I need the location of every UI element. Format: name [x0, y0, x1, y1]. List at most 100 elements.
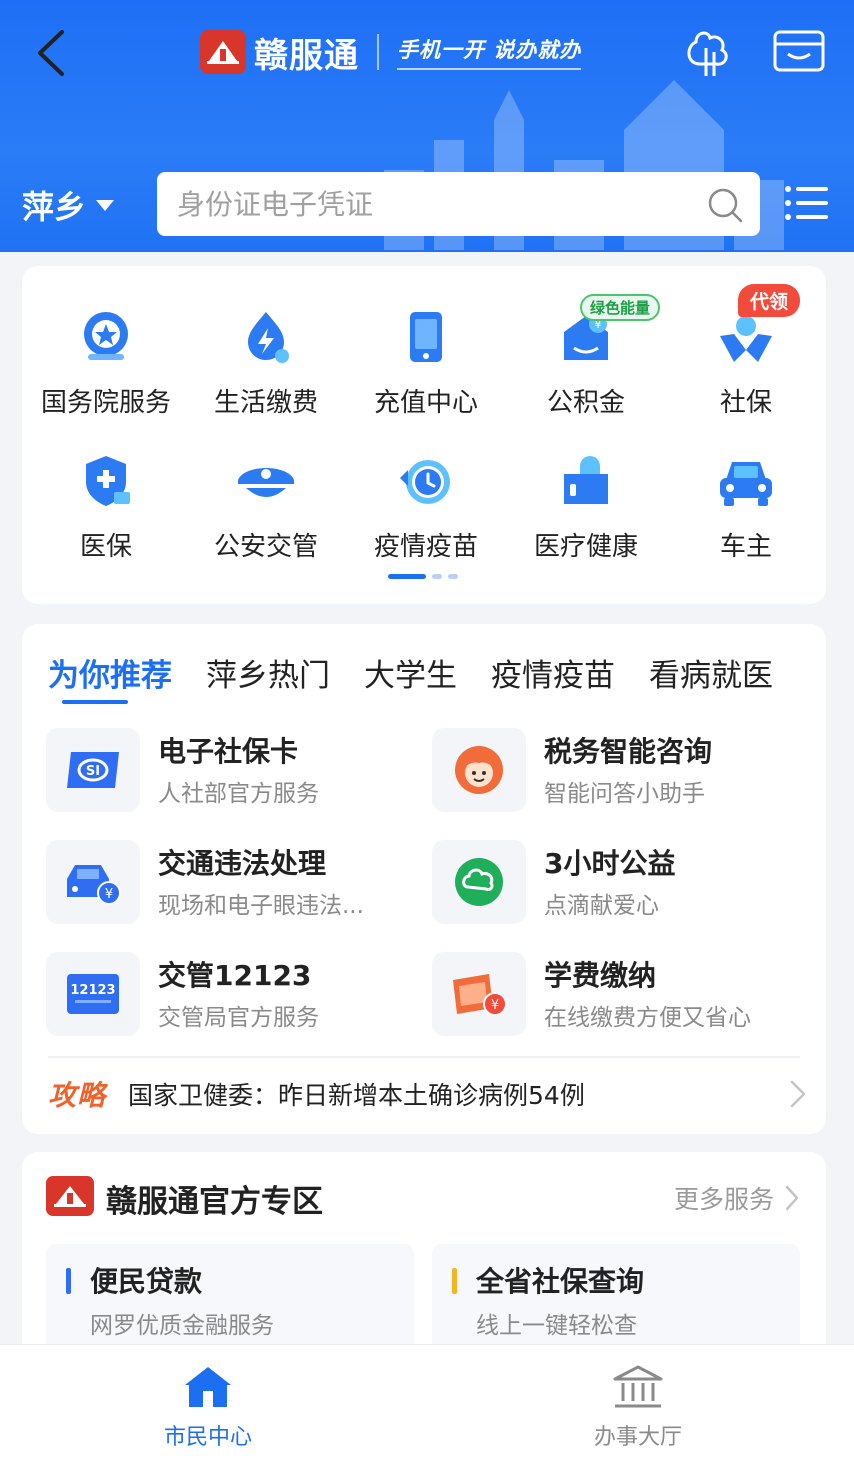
- menu-button[interactable]: [784, 184, 830, 222]
- tab-see-doctor[interactable]: 看病就医: [649, 650, 773, 710]
- brand-logo-icon: [46, 1176, 94, 1216]
- service-car-owner[interactable]: 车主: [666, 450, 826, 563]
- brand-separator: [377, 34, 379, 70]
- city-selector[interactable]: 萍乡: [22, 182, 115, 228]
- nav-citizen-center[interactable]: 市民中心: [108, 1363, 308, 1451]
- recharge-icon: [410, 312, 442, 362]
- police-traffic-icon: [238, 468, 294, 497]
- social-card-icon: SI: [67, 752, 119, 788]
- service-subtitle: 点滴献爱心: [544, 893, 659, 919]
- svg-text:SI: SI: [86, 764, 100, 779]
- chevron-right-icon: [790, 1080, 806, 1108]
- traffic-12123-icon: 12123: [67, 974, 119, 1014]
- service-label: 公积金: [546, 388, 625, 418]
- tab-pingxiang-hot[interactable]: 萍乡热门: [206, 650, 330, 710]
- page-dot-active: [388, 574, 426, 579]
- collect-badge: 代领: [738, 284, 801, 317]
- brand-slogan: 手机一开 说办就办: [397, 34, 582, 70]
- service-title: 税务智能咨询: [544, 735, 713, 768]
- service-healthcare[interactable]: 医疗健康: [506, 450, 666, 563]
- brand-logo-icon: [200, 30, 246, 74]
- service-label: 国务院服务: [40, 388, 171, 418]
- charity-icon: [455, 858, 503, 906]
- service-title: 学费缴纳: [544, 959, 657, 992]
- service-traffic-violation[interactable]: ¥ 交通违法处理 现场和电子眼违法...: [46, 840, 416, 924]
- service-state-council[interactable]: 国务院服务: [26, 306, 186, 419]
- active-tab-indicator: [62, 700, 128, 704]
- bottom-nav: 市民中心 办事大厅: [0, 1344, 854, 1463]
- zone-title: 赣服通官方专区: [106, 1184, 323, 1220]
- service-label: 医疗健康: [533, 532, 638, 562]
- service-label: 公安交管: [213, 532, 318, 562]
- service-title: 交通违法处理: [158, 847, 327, 880]
- accent-bar: [66, 1268, 71, 1294]
- service-medical-insurance[interactable]: 医保: [26, 450, 186, 563]
- list-menu-icon: [785, 186, 828, 220]
- zone-item-subtitle: 线上一键轻松查: [476, 1313, 637, 1339]
- service-utility-payment[interactable]: 生活缴费: [186, 306, 346, 419]
- official-zone: 赣服通官方专区 更多服务 便民贷款 网罗优质金融服务 全省社保查询 线上一键轻松…: [22, 1152, 826, 1372]
- service-title: 电子社保卡: [158, 735, 299, 768]
- brand: 赣服通 手机一开 说办就办: [200, 26, 582, 78]
- news-headline: 国家卫健委：昨日新增本土确诊病例54例: [128, 1081, 585, 1110]
- app-header: 赣服通 手机一开 说办就办 萍乡: [0, 0, 854, 252]
- news-ticker[interactable]: 攻略 国家卫健委：昨日新增本土确诊病例54例: [48, 1074, 808, 1114]
- healthcare-icon: [564, 456, 608, 504]
- back-button[interactable]: [30, 26, 74, 80]
- traffic-violation-icon: ¥: [67, 865, 121, 905]
- home-icon: [185, 1367, 231, 1407]
- service-traffic-12123[interactable]: 12123 交管12123 交管局官方服务: [46, 952, 416, 1036]
- vaccine-icon: [400, 460, 450, 504]
- service-tax-assistant[interactable]: 税务智能咨询 智能问答小助手: [432, 728, 802, 812]
- svg-text:¥: ¥: [105, 887, 113, 902]
- city-name: 萍乡: [22, 188, 87, 226]
- search-icon[interactable]: [706, 186, 744, 224]
- nav-label: 办事大厅: [593, 1425, 682, 1450]
- service-tuition[interactable]: ¥ 学费缴纳 在线缴费方便又省心: [432, 952, 802, 1036]
- service-housing-fund[interactable]: ¥ 公积金: [506, 306, 666, 419]
- green-energy-button[interactable]: [680, 24, 738, 80]
- service-subtitle: 现场和电子眼违法...: [158, 893, 364, 919]
- page-dot: [432, 574, 442, 579]
- wallet-icon: [773, 30, 825, 72]
- divider: [48, 1056, 800, 1058]
- more-services-label: 更多服务: [673, 1185, 774, 1214]
- caret-down-icon: [96, 199, 115, 211]
- chevron-right-icon: [785, 1185, 799, 1211]
- service-label: 车主: [719, 532, 772, 562]
- government-building-icon: [613, 1365, 663, 1408]
- service-subtitle: 人社部官方服务: [158, 781, 319, 807]
- tree-icon: [687, 31, 728, 76]
- svg-text:¥: ¥: [491, 998, 499, 1013]
- search-input[interactable]: [177, 187, 697, 221]
- service-subtitle: 交管局官方服务: [158, 1005, 319, 1031]
- service-recharge[interactable]: 充值中心: [346, 306, 506, 419]
- service-label: 社保: [719, 388, 772, 418]
- nav-service-hall[interactable]: 办事大厅: [538, 1363, 738, 1451]
- service-subtitle: 智能问答小助手: [544, 781, 705, 807]
- service-e-social-card[interactable]: SI 电子社保卡 人社部官方服务: [46, 728, 416, 812]
- tab-college[interactable]: 大学生: [364, 650, 457, 710]
- recommend-panel: 为你推荐 萍乡热门 大学生 疫情疫苗 看病就医 SI 电子社保卡 人社部官方服务: [22, 624, 826, 1134]
- chevron-left-icon: [38, 30, 64, 76]
- service-social-security[interactable]: 社保: [666, 306, 826, 419]
- service-charity[interactable]: 3小时公益 点滴献爱心: [432, 840, 802, 924]
- utility-payment-icon: [248, 312, 289, 363]
- service-title: 3小时公益: [544, 847, 676, 880]
- brand-name: 赣服通: [254, 35, 359, 76]
- accent-bar: [452, 1268, 457, 1294]
- service-vaccine[interactable]: 疫情疫苗: [346, 450, 506, 563]
- nav-label: 市民中心: [163, 1425, 252, 1450]
- zone-item-subtitle: 网罗优质金融服务: [90, 1313, 274, 1339]
- service-title: 交管12123: [158, 959, 312, 992]
- medical-insurance-icon: [86, 456, 130, 506]
- more-services-link[interactable]: 更多服务: [674, 1180, 800, 1216]
- tab-vaccine[interactable]: 疫情疫苗: [491, 650, 615, 710]
- tax-assistant-icon: [455, 746, 503, 794]
- search-bar[interactable]: [157, 172, 760, 236]
- news-tag: 攻略: [48, 1079, 107, 1112]
- recommend-tabs: 为你推荐 萍乡热门 大学生 疫情疫苗 看病就医: [48, 650, 773, 710]
- card-package-button[interactable]: [772, 28, 826, 74]
- service-label: 疫情疫苗: [373, 532, 478, 562]
- service-police-traffic[interactable]: 公安交管: [186, 450, 346, 563]
